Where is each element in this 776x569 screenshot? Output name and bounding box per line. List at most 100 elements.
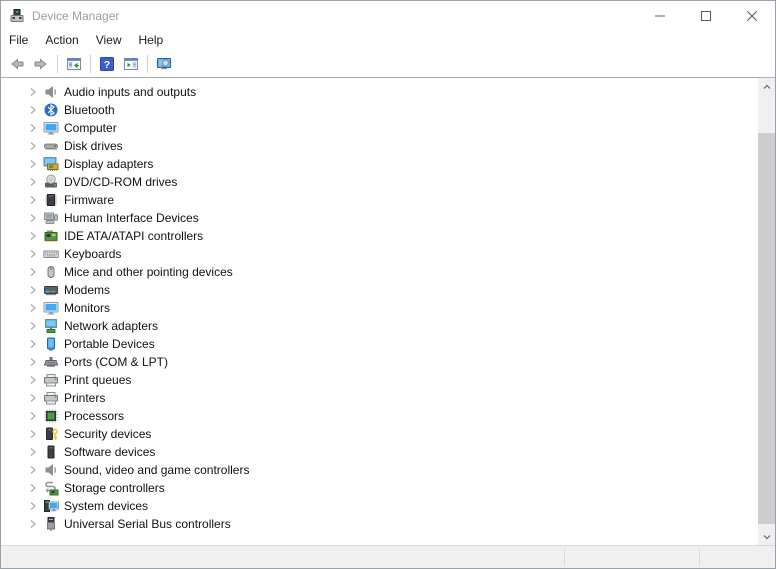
expand-chevron-icon[interactable]: [25, 210, 41, 226]
tree-item-storage-controllers[interactable]: Storage controllers: [1, 479, 758, 497]
tree-item-sound-video-and-game-controllers[interactable]: Sound, video and game controllers: [1, 461, 758, 479]
tree-item-disk-drives[interactable]: Disk drives: [1, 137, 758, 155]
minimize-icon: [655, 11, 665, 21]
tree-item-universal-serial-bus-controllers[interactable]: Universal Serial Bus controllers: [1, 515, 758, 533]
device-tree: Audio inputs and outputs Bluetooth Compu…: [1, 78, 758, 545]
back-button[interactable]: [5, 53, 29, 75]
toolbar-separator: [147, 55, 148, 73]
disk-drive-icon: [43, 138, 59, 154]
menu-help[interactable]: Help: [131, 30, 173, 51]
expand-chevron-icon[interactable]: [25, 318, 41, 334]
vertical-scrollbar[interactable]: [758, 78, 775, 545]
minimize-button[interactable]: [637, 1, 683, 30]
expand-chevron-icon[interactable]: [25, 390, 41, 406]
tree-item-firmware[interactable]: Firmware: [1, 191, 758, 209]
printer-icon: [43, 372, 59, 388]
hid-icon: [43, 210, 59, 226]
scroll-up-icon: [761, 81, 773, 93]
portable-device-icon: [43, 336, 59, 352]
action-pane-icon: [123, 56, 139, 72]
maximize-button[interactable]: [683, 1, 729, 30]
expand-chevron-icon[interactable]: [25, 138, 41, 154]
expand-chevron-icon[interactable]: [25, 84, 41, 100]
tree-item-display-adapters[interactable]: Display adapters: [1, 155, 758, 173]
forward-button[interactable]: [29, 53, 53, 75]
tree-item-keyboards[interactable]: Keyboards: [1, 245, 758, 263]
tree-item-print-queues[interactable]: Print queues: [1, 371, 758, 389]
tree-item-dvd-cd-rom-drives[interactable]: DVD/CD-ROM drives: [1, 173, 758, 191]
scroll-up-button[interactable]: [758, 78, 775, 95]
mouse-icon: [43, 264, 59, 280]
statusbar-divider: [699, 548, 700, 566]
close-button[interactable]: [729, 1, 775, 30]
expand-chevron-icon[interactable]: [25, 372, 41, 388]
tree-item-human-interface-devices[interactable]: Human Interface Devices: [1, 209, 758, 227]
expand-chevron-icon[interactable]: [25, 246, 41, 262]
system-device-icon: [43, 498, 59, 514]
tree-item-system-devices[interactable]: System devices: [1, 497, 758, 515]
tree-item-portable-devices[interactable]: Portable Devices: [1, 335, 758, 353]
tree-item-modems[interactable]: Modems: [1, 281, 758, 299]
monitor-icon: [43, 120, 59, 136]
network-adapter-icon: [43, 318, 59, 334]
menu-view[interactable]: View: [88, 30, 131, 51]
bluetooth-icon: [43, 102, 59, 118]
expand-chevron-icon[interactable]: [25, 156, 41, 172]
dvd-drive-icon: [43, 174, 59, 190]
monitor-icon: [43, 300, 59, 316]
status-bar: [1, 545, 775, 568]
tree-item-bluetooth[interactable]: Bluetooth: [1, 101, 758, 119]
tree-item-software-devices[interactable]: Software devices: [1, 443, 758, 461]
modem-icon: [43, 282, 59, 298]
expand-chevron-icon[interactable]: [25, 354, 41, 370]
title-bar[interactable]: Device Manager: [1, 1, 775, 30]
device-manager-window: Device Manager FileActionViewHelp ? Audi…: [0, 0, 776, 569]
tree-item-mice-and-other-pointing-devices[interactable]: Mice and other pointing devices: [1, 263, 758, 281]
expand-chevron-icon[interactable]: [25, 174, 41, 190]
expand-chevron-icon[interactable]: [25, 444, 41, 460]
expand-chevron-icon[interactable]: [25, 462, 41, 478]
scan-for-hardware-changes-button[interactable]: [152, 53, 176, 75]
ide-controller-icon: [43, 228, 59, 244]
back-arrow-icon: [9, 56, 25, 72]
tree-item-monitors[interactable]: Monitors: [1, 299, 758, 317]
tree-item-audio-inputs-and-outputs[interactable]: Audio inputs and outputs: [1, 83, 758, 101]
scroll-down-button[interactable]: [758, 528, 775, 545]
tree-item-printers[interactable]: Printers: [1, 389, 758, 407]
expand-chevron-icon[interactable]: [25, 480, 41, 496]
tree-item-security-devices[interactable]: Security devices: [1, 425, 758, 443]
expand-chevron-icon[interactable]: [25, 408, 41, 424]
expand-chevron-icon[interactable]: [25, 336, 41, 352]
expand-chevron-icon[interactable]: [25, 228, 41, 244]
menu-file[interactable]: File: [1, 30, 37, 51]
menu-action[interactable]: Action: [37, 30, 87, 51]
speaker-icon: [43, 462, 59, 478]
tree-item-network-adapters[interactable]: Network adapters: [1, 317, 758, 335]
tree-item-ports-com-lpt[interactable]: Ports (COM & LPT): [1, 353, 758, 371]
storage-controller-icon: [43, 480, 59, 496]
forward-arrow-icon: [33, 56, 49, 72]
expand-chevron-icon[interactable]: [25, 264, 41, 280]
window-title: Device Manager: [32, 9, 119, 23]
tree-item-computer[interactable]: Computer: [1, 119, 758, 137]
expand-chevron-icon[interactable]: [25, 192, 41, 208]
scan-hardware-icon: [156, 56, 172, 72]
expand-chevron-icon[interactable]: [25, 516, 41, 532]
expand-chevron-icon[interactable]: [25, 498, 41, 514]
expand-chevron-icon[interactable]: [25, 282, 41, 298]
expand-chevron-icon[interactable]: [25, 300, 41, 316]
statusbar-divider: [564, 548, 565, 566]
expand-chevron-icon[interactable]: [25, 102, 41, 118]
expand-chevron-icon[interactable]: [25, 120, 41, 136]
tree-item-processors[interactable]: Processors: [1, 407, 758, 425]
expand-chevron-icon[interactable]: [25, 426, 41, 442]
software-device-icon: [43, 444, 59, 460]
help-button[interactable]: ?: [95, 53, 119, 75]
toolbar: ?: [1, 51, 775, 78]
scrollbar-thumb[interactable]: [758, 133, 775, 524]
tree-item-ide-ata-atapi-controllers[interactable]: IDE ATA/ATAPI controllers: [1, 227, 758, 245]
processor-icon: [43, 408, 59, 424]
show-console-tree-button[interactable]: [62, 53, 86, 75]
show-action-pane-button[interactable]: [119, 53, 143, 75]
printer-icon: [43, 390, 59, 406]
